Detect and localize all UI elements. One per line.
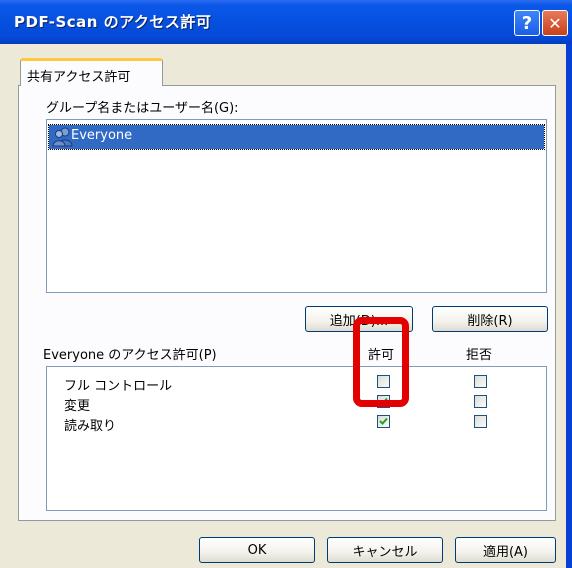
highlight-annotation — [353, 317, 409, 407]
list-item[interactable]: Everyone — [48, 124, 545, 150]
ok-button[interactable]: OK — [199, 537, 315, 563]
perm-label-read: 読み取り — [64, 419, 117, 434]
title-bar[interactable]: PDF-Scan のアクセス許可 ? ✕ — [0, 0, 572, 44]
allow-read-checkbox[interactable] — [377, 415, 390, 428]
close-button[interactable]: ✕ — [542, 10, 568, 36]
deny-full-control-checkbox[interactable] — [474, 375, 487, 388]
dialog-window: PDF-Scan のアクセス許可 ? ✕ 共有アクセス許可 グループ名またはユー… — [0, 0, 572, 568]
help-button[interactable]: ? — [514, 10, 540, 36]
cancel-button[interactable]: キャンセル — [327, 537, 443, 563]
close-icon: ✕ — [548, 13, 562, 33]
perm-label-full-control: フル コントロール — [64, 379, 173, 394]
group-user-list[interactable]: Everyone — [46, 119, 547, 293]
deny-read-checkbox[interactable] — [474, 415, 487, 428]
deny-column-header: 拒否 — [466, 348, 493, 363]
apply-button[interactable]: 適用(A) — [455, 537, 556, 563]
groups-label: グループ名またはユーザー名(G): — [46, 101, 239, 116]
list-item-label: Everyone — [71, 128, 133, 143]
window-title: PDF-Scan のアクセス許可 — [14, 13, 212, 31]
remove-button[interactable]: 削除(R) — [432, 306, 548, 332]
dialog-client: 共有アクセス許可 グループ名またはユーザー名(G): Everyone 追加(D… — [0, 44, 566, 568]
window-border — [566, 44, 572, 568]
perm-label-modify: 変更 — [64, 399, 91, 414]
tab-panel: グループ名またはユーザー名(G): Everyone 追加(D)... 削除(R… — [18, 85, 556, 521]
permissions-label: Everyone のアクセス許可(P) — [43, 348, 217, 363]
help-icon: ? — [521, 12, 533, 34]
deny-modify-checkbox[interactable] — [474, 395, 487, 408]
checkmark-icon — [379, 417, 388, 425]
tab-share-permissions[interactable]: 共有アクセス許可 — [20, 58, 163, 86]
permissions-list: フル コントロール 変更 読み取り — [46, 366, 547, 511]
